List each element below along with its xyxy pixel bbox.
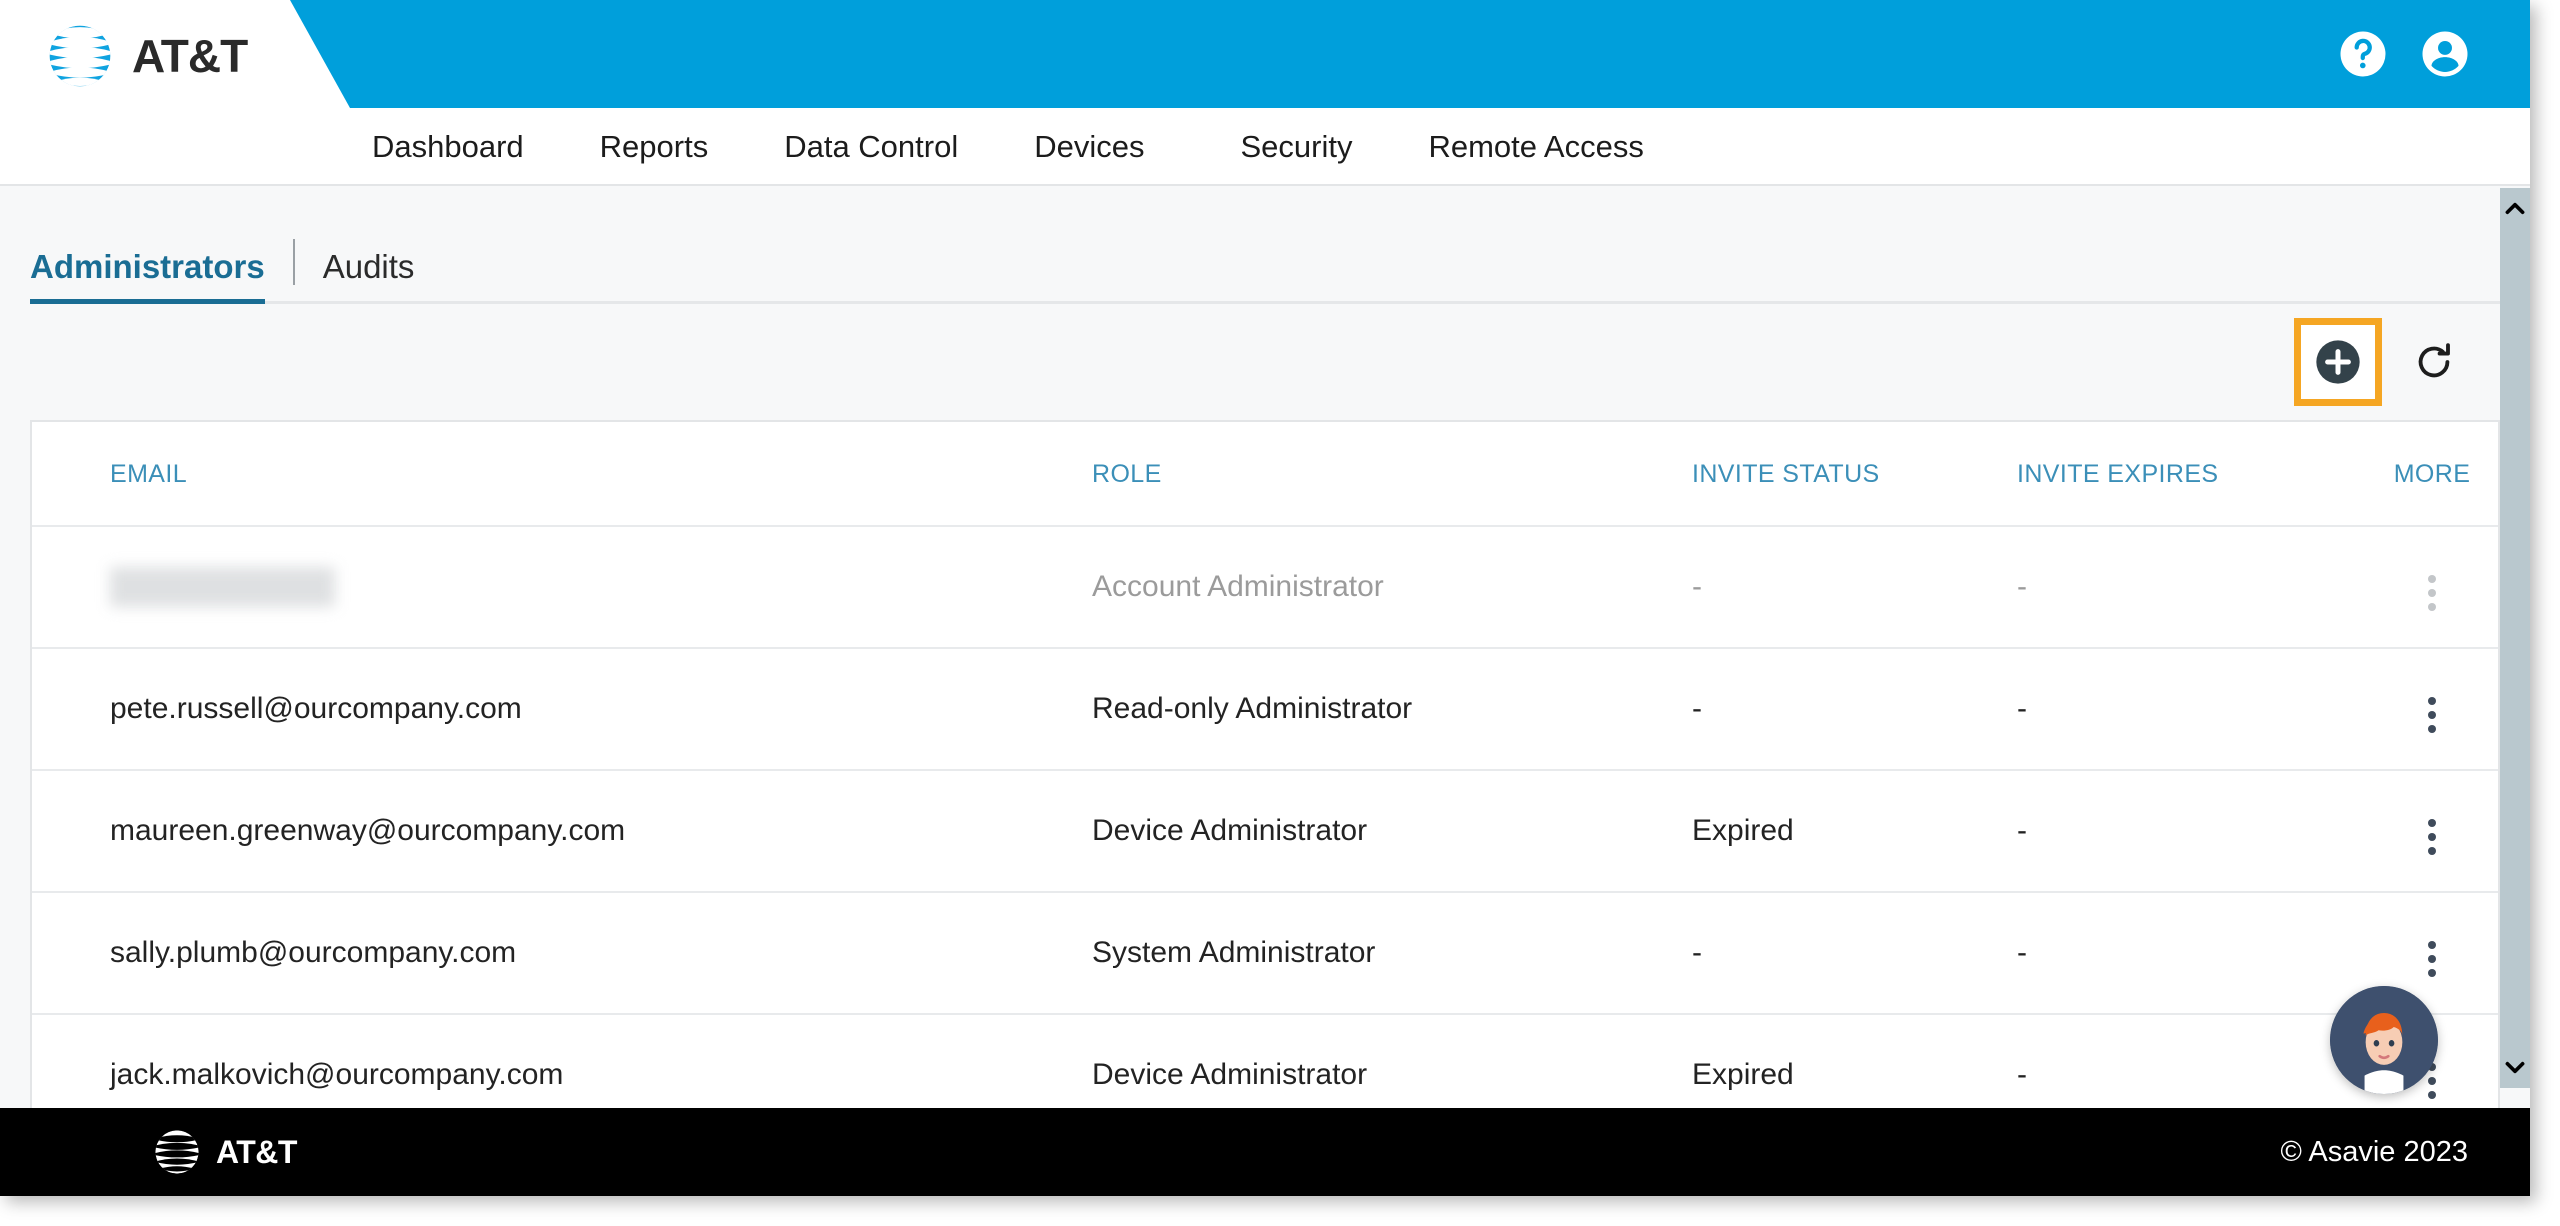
cell-invite-status: Expired	[1692, 1014, 2017, 1108]
redacted-email-placeholder	[110, 567, 335, 607]
cell-more	[2347, 648, 2498, 771]
administrators-table: EMAIL ROLE INVITE STATUS INVITE EXPIRES …	[32, 422, 2498, 1108]
account-circle-icon	[2422, 31, 2468, 77]
column-header-email[interactable]: EMAIL	[32, 422, 1092, 527]
cell-invite-expires: -	[2017, 648, 2347, 771]
administrators-table-card: EMAIL ROLE INVITE STATUS INVITE EXPIRES …	[30, 420, 2500, 1108]
att-globe-icon	[49, 25, 111, 87]
table-head: EMAIL ROLE INVITE STATUS INVITE EXPIRES …	[32, 422, 2498, 527]
header-actions	[2336, 0, 2472, 108]
page-shell: AT&T Dashboard Reports Data Control Devi…	[0, 0, 2530, 1196]
cell-more	[2347, 526, 2498, 649]
cell-invite-expires: -	[2017, 770, 2347, 893]
chevron-down-icon[interactable]	[2502, 1054, 2528, 1080]
cell-invite-expires: -	[2017, 1014, 2347, 1108]
row-more-menu-icon[interactable]	[2412, 691, 2452, 739]
main-navigation: Dashboard Reports Data Control Devices S…	[0, 108, 2530, 186]
cell-more	[2347, 770, 2498, 893]
brand-wordmark: AT&T	[132, 30, 248, 82]
add-circle-icon	[2316, 340, 2360, 384]
cell-email: maureen.greenway@ourcompany.com	[32, 770, 1092, 893]
table-toolbar	[30, 304, 2500, 420]
vertical-scrollbar[interactable]	[2500, 188, 2530, 1088]
add-administrator-button[interactable]	[2294, 318, 2382, 406]
cell-role: Read-only Administrator	[1092, 648, 1692, 771]
support-agent-avatar-icon	[2330, 986, 2438, 1094]
table-header-row: EMAIL ROLE INVITE STATUS INVITE EXPIRES …	[32, 422, 2498, 527]
tab-bar: Administrators Audits	[30, 186, 2500, 304]
app-window: AT&T Dashboard Reports Data Control Devi…	[0, 0, 2560, 1226]
help-circle-icon	[2340, 31, 2386, 77]
refresh-icon	[2418, 343, 2450, 378]
app-header: AT&T	[0, 0, 2530, 108]
table-row[interactable]: Account Administrator - -	[32, 526, 2498, 649]
refresh-button[interactable]	[2406, 334, 2462, 390]
row-more-menu-icon[interactable]	[2412, 935, 2452, 983]
column-header-invite-status[interactable]: INVITE STATUS	[1692, 422, 2017, 527]
cell-email	[32, 526, 1092, 649]
app-footer: AT&T © Asavie 2023	[0, 1108, 2530, 1196]
cell-invite-status: Expired	[1692, 770, 2017, 893]
att-globe-footer-icon	[155, 1130, 199, 1174]
table-row[interactable]: maureen.greenway@ourcompany.com Device Ad…	[32, 770, 2498, 893]
row-more-menu-icon[interactable]	[2412, 813, 2452, 861]
row-more-menu-icon[interactable]	[2412, 569, 2452, 617]
footer-brand: AT&T	[150, 1125, 297, 1179]
cell-invite-status: -	[1692, 648, 2017, 771]
footer-copyright: © Asavie 2023	[2280, 1135, 2468, 1168]
cell-invite-status: -	[1692, 526, 2017, 649]
nav-item-reports[interactable]: Reports	[562, 131, 747, 162]
support-chat-button[interactable]	[2330, 986, 2438, 1094]
nav-item-security[interactable]: Security	[1203, 131, 1391, 162]
column-header-more: MORE	[2347, 422, 2498, 527]
brand-logo[interactable]: AT&T	[42, 18, 248, 94]
chevron-up-icon[interactable]	[2502, 196, 2528, 222]
nav-item-data-control[interactable]: Data Control	[746, 131, 996, 162]
cell-invite-expires: -	[2017, 526, 2347, 649]
table-row[interactable]: sally.plumb@ourcompany.com System Adminis…	[32, 892, 2498, 1015]
footer-wordmark: AT&T	[216, 1133, 297, 1170]
cell-invite-expires: -	[2017, 892, 2347, 1015]
help-button[interactable]	[2336, 27, 2390, 81]
cell-role: Device Administrator	[1092, 1014, 1692, 1108]
account-button[interactable]	[2418, 27, 2472, 81]
tab-separator	[292, 239, 295, 285]
column-header-role[interactable]: ROLE	[1092, 422, 1692, 527]
cell-email: pete.russell@ourcompany.com	[32, 648, 1092, 771]
content-area: Administrators Audits EMAIL ROLE INVITE …	[0, 186, 2530, 1108]
cell-role: System Administrator	[1092, 892, 1692, 1015]
nav-item-remote-access[interactable]: Remote Access	[1390, 131, 1681, 162]
table-body: Account Administrator - - pete.russell@ourc…	[32, 526, 2498, 1108]
cell-role: Device Administrator	[1092, 770, 1692, 893]
tab-administrators[interactable]: Administrators	[30, 250, 265, 304]
cell-invite-status: -	[1692, 892, 2017, 1015]
cell-email: sally.plumb@ourcompany.com	[32, 892, 1092, 1015]
table-row[interactable]: jack.malkovich@ourcompany.com Device Admi…	[32, 1014, 2498, 1108]
nav-item-dashboard[interactable]: Dashboard	[334, 131, 562, 162]
cell-role: Account Administrator	[1092, 526, 1692, 649]
cell-email: jack.malkovich@ourcompany.com	[32, 1014, 1092, 1108]
column-header-invite-expires[interactable]: INVITE EXPIRES	[2017, 422, 2347, 527]
table-row[interactable]: pete.russell@ourcompany.com Read-only Adm…	[32, 648, 2498, 771]
nav-list: Dashboard Reports Data Control Devices S…	[334, 131, 1682, 162]
nav-item-devices[interactable]: Devices	[996, 131, 1202, 162]
tab-audits[interactable]: Audits	[323, 250, 415, 301]
